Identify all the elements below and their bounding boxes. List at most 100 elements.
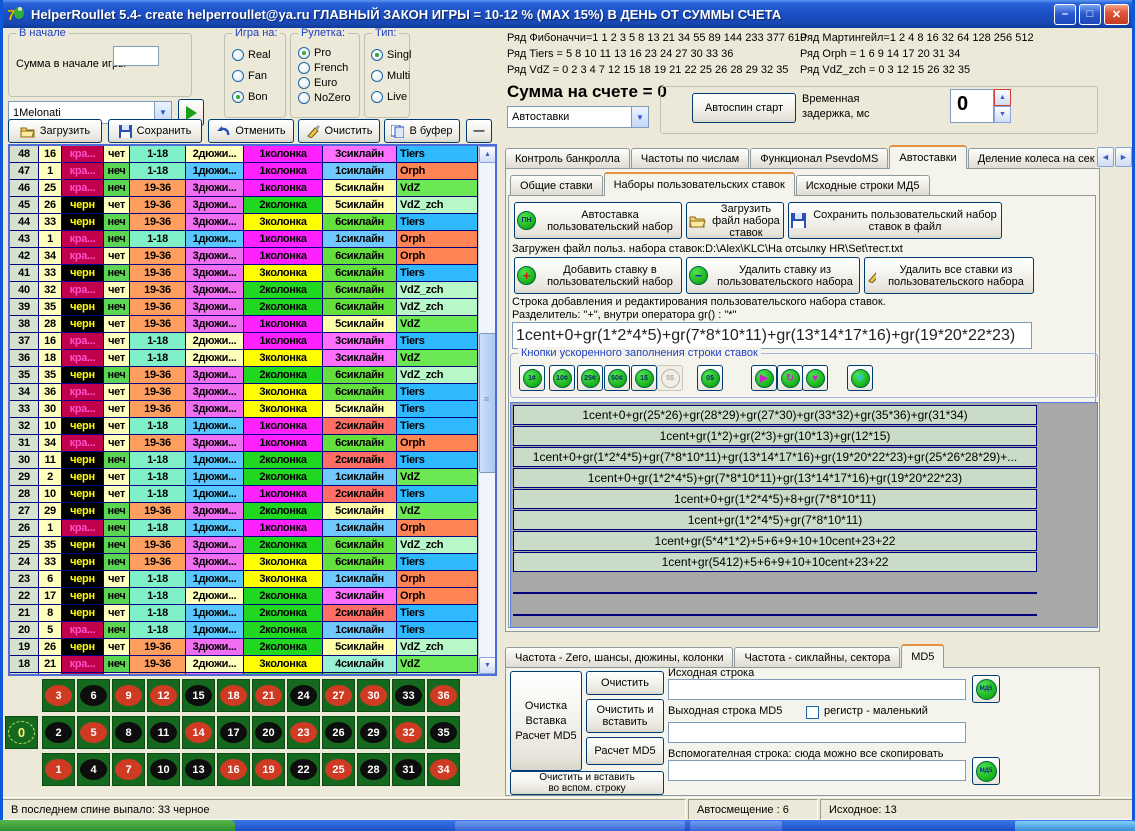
board-cell-32[interactable]: 32 — [392, 716, 425, 749]
coin-button-1¢[interactable]: 1¢ — [519, 365, 545, 391]
bet-string-row[interactable]: 1cent+0+gr(25*26)+gr(28*29)+gr(27*30)+gr… — [513, 405, 1037, 425]
bet-string-row[interactable]: 1cent+gr(5*4*1*2)+5+6+9+10+10cent+23+22 — [513, 531, 1037, 551]
table-row[interactable]: 3535черннеч19-363дюжи...2колонка6сиклайн… — [10, 367, 478, 384]
table-row[interactable]: 4816кра...чет1-182дюжи...1колонка3сиклай… — [10, 146, 478, 163]
table-row[interactable]: 471кра...неч1-181дюжи...1колонка1сиклайн… — [10, 163, 478, 180]
maximize-button[interactable]: □ — [1079, 4, 1101, 25]
table-row[interactable]: 2433черннеч19-363дюжи...3колонка6сиклайн… — [10, 554, 478, 571]
lowercase-checkbox[interactable] — [806, 706, 819, 719]
board-cell-20[interactable]: 20 — [252, 716, 285, 749]
table-row[interactable]: 1732кра...чет19-363дюжи...2колонка6сикла… — [10, 673, 478, 676]
table-row[interactable]: 3330кра...чет19-363дюжи...3колонка5сикла… — [10, 401, 478, 418]
bet-string-row[interactable]: 1cent+0+gr(1*2*4*5)+gr(7*8*10*11)+gr(13*… — [513, 468, 1037, 488]
table-row[interactable]: 4526чернчет19-363дюжи...2колонка5сиклайн… — [10, 197, 478, 214]
board-cell-zero[interactable]: 0 — [5, 716, 38, 749]
board-cell-30[interactable]: 30 — [357, 679, 390, 712]
board-cell-4[interactable]: 4 — [77, 753, 110, 786]
board-cell-25[interactable]: 25 — [322, 753, 355, 786]
table-row[interactable]: 3828чернчет19-363дюжи...1колонка5сиклайн… — [10, 316, 478, 333]
table-row[interactable]: 3011черннеч1-181дюжи...2колонка2сиклайнT… — [10, 452, 478, 469]
table-row[interactable]: 3935черннеч19-363дюжи...2колонка6сиклайн… — [10, 299, 478, 316]
table-row[interactable]: 4625кра...неч19-363дюжи...1колонка5сикла… — [10, 180, 478, 197]
table-row[interactable]: 4433черннеч19-363дюжи...3колонка6сиклайн… — [10, 214, 478, 231]
bet-string-row[interactable]: 1cent+gr(1*2*4*5)+gr(7*8*10*11) — [513, 510, 1037, 530]
table-row[interactable]: 3210чернчет1-181дюжи...1колонка2сиклайнT… — [10, 418, 478, 435]
table-row[interactable]: 1821кра...неч19-362дюжи...3колонка4сикла… — [10, 656, 478, 673]
save-set-file-button[interactable]: Сохранить пользовательский набор ставок … — [788, 202, 1002, 239]
table-row[interactable]: 3618кра...чет1-182дюжи...3колонка3сиклай… — [10, 350, 478, 367]
scrollbar-thumb[interactable] — [479, 333, 496, 473]
table-row[interactable]: 4234кра...чет19-363дюжи...1колонка6сикла… — [10, 248, 478, 265]
copy-buffer-button[interactable]: В буфер — [384, 119, 460, 143]
table-row[interactable]: 2810чернчет1-181дюжи...1колонка2сиклайнT… — [10, 486, 478, 503]
spinner-up-icon[interactable]: ▲ — [994, 89, 1011, 106]
board-cell-2[interactable]: 2 — [42, 716, 75, 749]
tab-scroll-left-icon[interactable]: ◄ — [1097, 147, 1114, 167]
table-row[interactable]: 3716кра...чет1-182дюжи...1колонка3сиклай… — [10, 333, 478, 350]
table-row[interactable]: 2535черннеч19-363дюжи...2колонка6сиклайн… — [10, 537, 478, 554]
radio-roulette-Pro[interactable]: Pro — [298, 47, 351, 59]
radio-type-Live[interactable]: Live — [371, 91, 411, 103]
md5-big-button[interactable]: Очистка Вставка Расчет MD5 — [510, 671, 582, 771]
md5-output-input[interactable] — [668, 722, 966, 743]
board-cell-24[interactable]: 24 — [287, 679, 320, 712]
board-cell-29[interactable]: 29 — [357, 716, 390, 749]
scroll-down-icon[interactable]: ▼ — [479, 657, 496, 674]
board-cell-16[interactable]: 16 — [217, 753, 250, 786]
taskbar-item[interactable] — [1015, 821, 1135, 831]
board-cell-11[interactable]: 11 — [147, 716, 180, 749]
tab-sub-0[interactable]: Общие ставки — [510, 175, 603, 196]
radio-game_on-Real[interactable]: Real — [232, 49, 271, 61]
delete-all-bets-button[interactable]: Удалить все ставки из пользовательского … — [864, 257, 1034, 294]
table-row[interactable]: 1926чернчет19-363дюжи...2колонка5сиклайн… — [10, 639, 478, 656]
minimize-button[interactable]: – — [1054, 4, 1076, 25]
board-cell-5[interactable]: 5 — [77, 716, 110, 749]
radio-game_on-Fan[interactable]: Fan — [232, 70, 271, 82]
spinner-down-icon[interactable]: ▼ — [994, 106, 1011, 123]
radio-game_on-Bon[interactable]: Bon — [232, 91, 271, 103]
undo-button[interactable]: Отменить — [208, 119, 294, 143]
board-cell-19[interactable]: 19 — [252, 753, 285, 786]
table-row[interactable]: 3436кра...чет19-363дюжи...3колонка6сикла… — [10, 384, 478, 401]
board-cell-8[interactable]: 8 — [112, 716, 145, 749]
radio-roulette-Euro[interactable]: Euro — [298, 77, 351, 89]
md5-calc-button[interactable]: Расчет MD5 — [586, 737, 664, 765]
taskbar[interactable] — [0, 820, 1135, 831]
table-row[interactable]: 2217черннеч1-182дюжи...2колонка3сиклайнO… — [10, 588, 478, 605]
table-row[interactable]: 236чернчет1-181дюжи...3колонка1сиклайнOr… — [10, 571, 478, 588]
close-button[interactable]: ✕ — [1104, 4, 1129, 25]
tab-main-4[interactable]: Деление колеса на сектора — [968, 148, 1095, 169]
board-cell-1[interactable]: 1 — [42, 753, 75, 786]
rotate-fill-button[interactable]: ↻ — [777, 365, 803, 391]
board-cell-18[interactable]: 18 — [217, 679, 250, 712]
board-cell-7[interactable]: 7 — [112, 753, 145, 786]
tab-sub-2[interactable]: Исходные строки МД5 — [796, 175, 930, 196]
coin-button-10¢[interactable]: 10¢ — [549, 365, 575, 391]
mode-combobox[interactable]: Автоставки ▼ — [507, 106, 649, 128]
md5-source-input[interactable] — [668, 679, 966, 700]
start-sum-input[interactable] — [113, 46, 159, 66]
board-cell-3[interactable]: 3 — [42, 679, 75, 712]
bet-string-row[interactable]: 1cent+gr(5412)+5+6+9+10+10cent+23+22 — [513, 552, 1037, 572]
board-cell-26[interactable]: 26 — [322, 716, 355, 749]
board-cell-12[interactable]: 12 — [147, 679, 180, 712]
board-cell-17[interactable]: 17 — [217, 716, 250, 749]
taskbar-item[interactable] — [690, 821, 782, 831]
save-button[interactable]: Сохранить — [108, 119, 202, 143]
board-cell-31[interactable]: 31 — [392, 753, 425, 786]
start-button[interactable] — [0, 820, 235, 831]
coin-button-25¢[interactable]: 25¢ — [577, 365, 603, 391]
tab-sub-1[interactable]: Наборы пользовательских ставок — [604, 172, 795, 196]
radio-roulette-French[interactable]: French — [298, 62, 351, 74]
board-cell-21[interactable]: 21 — [252, 679, 285, 712]
board-cell-9[interactable]: 9 — [112, 679, 145, 712]
collapse-button[interactable]: — — [466, 119, 492, 143]
coin-button-0$[interactable]: 0$ — [697, 365, 723, 391]
delay-spinner-value[interactable]: 0 — [950, 89, 994, 123]
radio-roulette-NoZero[interactable]: NoZero — [298, 92, 351, 104]
table-row[interactable]: 2729черннеч19-363дюжи...2колонка5сиклайн… — [10, 503, 478, 520]
table-row[interactable]: 205кра...неч1-181дюжи...2колонка1сиклайн… — [10, 622, 478, 639]
table-row[interactable]: 292чернчет1-181дюжи...2колонка1сиклайнVd… — [10, 469, 478, 486]
board-cell-22[interactable]: 22 — [287, 753, 320, 786]
board-cell-33[interactable]: 33 — [392, 679, 425, 712]
